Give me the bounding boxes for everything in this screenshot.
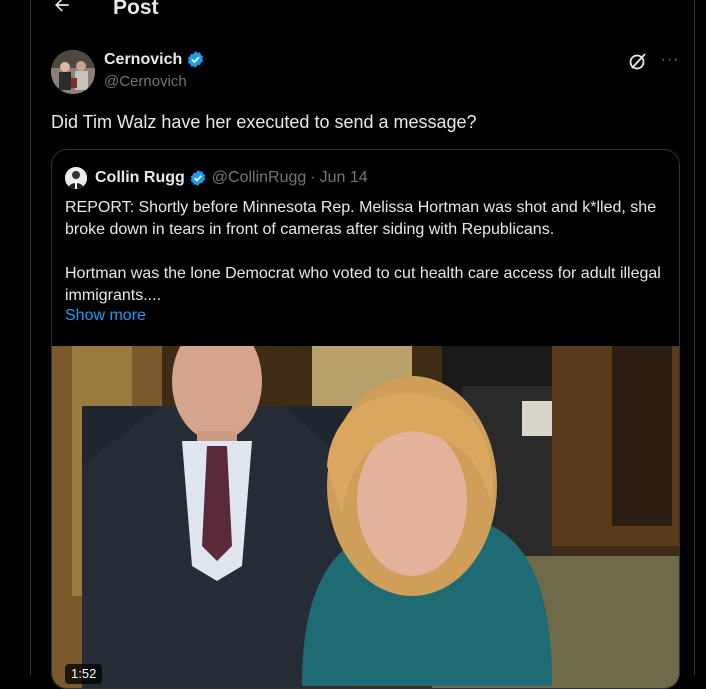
grok-button[interactable] [628, 51, 648, 71]
quoted-post-paragraph: Hortman was the lone Democrat who voted … [65, 265, 661, 304]
quoted-post-header: Collin Rugg @CollinRugg · Jun 14 [65, 167, 368, 189]
quoted-author-avatar [65, 167, 87, 189]
avatar-image [51, 50, 95, 94]
video-player[interactable]: 1:52 [52, 346, 679, 688]
author-handle[interactable]: @Cernovich [104, 73, 187, 90]
more-icon[interactable]: ··· [659, 50, 681, 70]
avatar[interactable] [51, 50, 95, 94]
grok-icon [629, 53, 646, 70]
author-name-row[interactable]: Cernovich [104, 50, 205, 69]
video-thumbnail [52, 346, 679, 688]
verified-badge-icon [189, 169, 207, 187]
author-display-name[interactable]: Cernovich [104, 51, 182, 69]
quoted-author-handle: @CollinRugg [211, 169, 307, 186]
post-detail-column: Post Cernovich @Cernovich ··· Did Tim Wa [30, 0, 695, 689]
arrow-left-icon [55, 0, 69, 12]
page-title: Post [113, 0, 159, 19]
quoted-author-display-name: Collin Rugg [95, 169, 185, 186]
separator-dot: · [310, 169, 316, 186]
quoted-post-paragraph: REPORT: Shortly before Minnesota Rep. Me… [65, 199, 657, 238]
show-more-link[interactable]: Show more [65, 307, 146, 325]
quoted-post[interactable]: Collin Rugg @CollinRugg · Jun 14 REPORT:… [51, 149, 680, 689]
post-text: Did Tim Walz have her executed to send a… [51, 112, 477, 132]
video-duration-badge: 1:52 [65, 664, 103, 684]
back-button[interactable] [51, 0, 73, 16]
quoted-post-date: Jun 14 [319, 169, 368, 186]
verified-badge-icon [186, 50, 205, 69]
quoted-post-text: REPORT: Shortly before Minnesota Rep. Me… [65, 197, 670, 307]
top-bar: Post [31, 0, 694, 24]
